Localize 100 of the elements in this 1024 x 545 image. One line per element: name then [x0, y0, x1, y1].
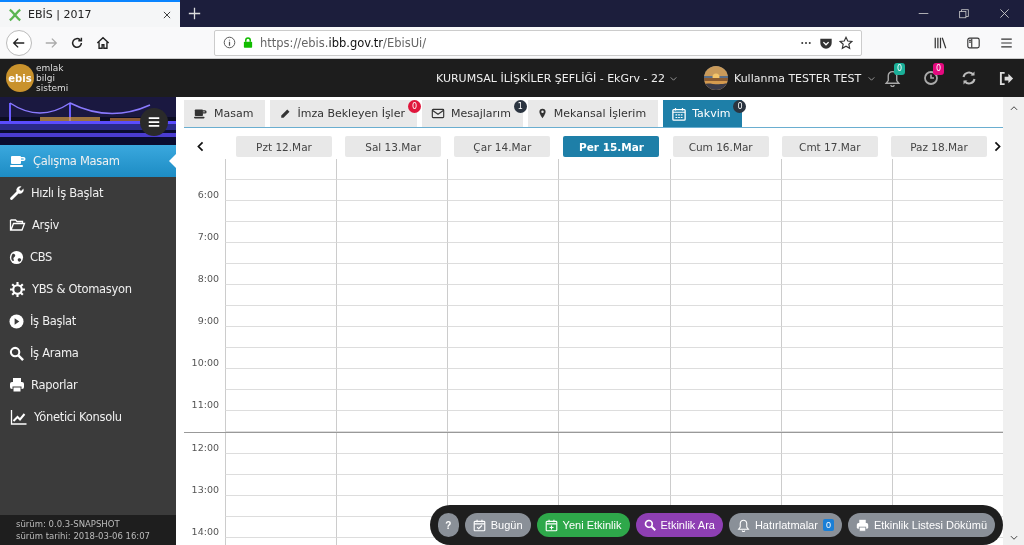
time-slot[interactable]: [669, 327, 781, 348]
time-slot[interactable]: [669, 433, 781, 454]
time-slot[interactable]: [558, 159, 670, 180]
time-slot[interactable]: [780, 285, 892, 306]
sidebar-item[interactable]: Hızlı İş Başlat: [0, 177, 176, 209]
day-button[interactable]: Cmt 17.Mar: [781, 136, 878, 157]
time-slot[interactable]: [669, 369, 781, 390]
time-slot[interactable]: [780, 348, 892, 369]
time-slot[interactable]: [447, 306, 559, 327]
time-slot[interactable]: [669, 411, 781, 432]
time-slot[interactable]: [780, 201, 892, 222]
time-slot[interactable]: [447, 369, 559, 390]
time-slot[interactable]: [558, 390, 670, 411]
time-slot[interactable]: [225, 180, 337, 201]
time-slot[interactable]: [225, 285, 337, 306]
time-slot[interactable]: [558, 264, 670, 285]
day-button[interactable]: Paz 18.Mar: [891, 136, 987, 157]
sidebar-item[interactable]: YBS & Otomasyon: [0, 273, 176, 305]
time-slot[interactable]: [558, 348, 670, 369]
time-slot[interactable]: [558, 454, 670, 475]
sidebar-item[interactable]: İş Arama: [0, 337, 176, 369]
menu-icon[interactable]: [999, 35, 1014, 50]
toolbar-button[interactable]: Etkinlik Ara: [635, 513, 723, 537]
day-button[interactable]: Cum 16.Mar: [672, 136, 769, 157]
time-slot[interactable]: [225, 327, 337, 348]
time-slot[interactable]: [336, 222, 448, 243]
restore-icon[interactable]: [959, 8, 969, 19]
time-slot[interactable]: [336, 454, 448, 475]
time-slot[interactable]: [225, 369, 337, 390]
tab[interactable]: Takvim 0: [663, 100, 743, 127]
time-slot[interactable]: [558, 180, 670, 201]
time-slot[interactable]: [669, 285, 781, 306]
time-slot[interactable]: [336, 433, 448, 454]
time-slot[interactable]: [336, 327, 448, 348]
time-slot[interactable]: [780, 306, 892, 327]
time-slot[interactable]: [336, 180, 448, 201]
browser-tab[interactable]: EBİS | 2017: [0, 0, 180, 27]
user-menu[interactable]: Kullanma TESTER TEST: [703, 66, 877, 90]
time-slot[interactable]: [225, 517, 337, 538]
time-slot[interactable]: [780, 454, 892, 475]
time-slot[interactable]: [225, 496, 337, 517]
time-slot[interactable]: [225, 159, 337, 180]
time-slot[interactable]: [225, 243, 337, 264]
time-slot[interactable]: [558, 369, 670, 390]
address-bar[interactable]: https://ebis.ibb.gov.tr/EbisUi/: [214, 29, 862, 56]
time-slot[interactable]: [447, 222, 559, 243]
time-slot[interactable]: [225, 264, 337, 285]
time-slot[interactable]: [225, 306, 337, 327]
time-slot[interactable]: [225, 348, 337, 369]
time-slot[interactable]: [780, 180, 892, 201]
clock-icon[interactable]: [923, 70, 939, 86]
time-slot[interactable]: [336, 369, 448, 390]
time-slot[interactable]: [447, 454, 559, 475]
time-slot[interactable]: [669, 180, 781, 201]
time-slot[interactable]: [336, 201, 448, 222]
close-icon[interactable]: [162, 9, 172, 20]
time-slot[interactable]: [780, 222, 892, 243]
sidebar-item[interactable]: Raporlar: [0, 369, 176, 401]
sidebar-item[interactable]: Arşiv: [0, 209, 176, 241]
time-slot[interactable]: [447, 327, 559, 348]
time-slot[interactable]: [669, 306, 781, 327]
time-slot[interactable]: [780, 243, 892, 264]
time-slot[interactable]: [780, 327, 892, 348]
time-slot[interactable]: [780, 411, 892, 432]
time-slot[interactable]: [447, 348, 559, 369]
time-slot[interactable]: [669, 222, 781, 243]
chevron-right-icon[interactable]: [992, 140, 1003, 153]
time-slot[interactable]: [336, 348, 448, 369]
time-slot[interactable]: [447, 264, 559, 285]
time-slot[interactable]: [780, 475, 892, 496]
toolbar-button[interactable]: Hatırlatmalar 0: [728, 513, 842, 537]
logout-icon[interactable]: [999, 70, 1014, 86]
day-button[interactable]: Per 15.Mar: [563, 136, 660, 157]
time-slot[interactable]: [225, 201, 337, 222]
time-slot[interactable]: [447, 180, 559, 201]
time-slot[interactable]: [669, 475, 781, 496]
time-slot[interactable]: [669, 390, 781, 411]
star-icon[interactable]: [839, 35, 853, 50]
time-slot[interactable]: [558, 306, 670, 327]
time-slot[interactable]: [447, 411, 559, 432]
time-slot[interactable]: [558, 285, 670, 306]
time-slot[interactable]: [558, 433, 670, 454]
time-slot[interactable]: [447, 285, 559, 306]
time-slot[interactable]: [669, 243, 781, 264]
time-slot[interactable]: [780, 264, 892, 285]
time-slot[interactable]: [558, 475, 670, 496]
back-button[interactable]: [6, 29, 32, 56]
tab[interactable]: Mekansal İşlerim: [527, 100, 659, 127]
day-button[interactable]: Sal 13.Mar: [345, 136, 442, 157]
sidebar-item[interactable]: İş Başlat: [0, 305, 176, 337]
time-slot[interactable]: [336, 411, 448, 432]
reload-icon[interactable]: [70, 35, 84, 50]
home-icon[interactable]: [96, 35, 110, 50]
plus-icon[interactable]: [188, 7, 201, 20]
time-slot[interactable]: [780, 369, 892, 390]
time-slot[interactable]: [336, 306, 448, 327]
time-slot[interactable]: [780, 433, 892, 454]
tab[interactable]: Masam: [184, 100, 266, 127]
time-slot[interactable]: [225, 454, 337, 475]
time-slot[interactable]: [225, 433, 337, 454]
